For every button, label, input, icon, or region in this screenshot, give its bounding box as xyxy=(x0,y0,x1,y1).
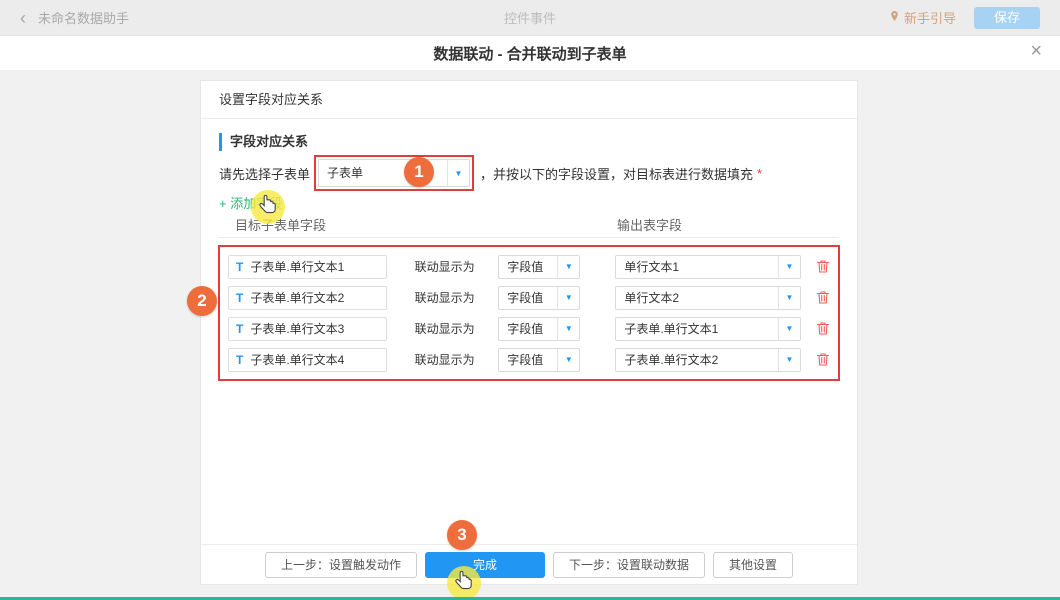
link-display-label: 联动显示为 xyxy=(415,258,476,275)
next-step-button[interactable]: 下一步：设置联动数据 xyxy=(553,552,705,578)
dialog-content: 设置字段对应关系 字段对应关系 请先选择子表单 子表单 ▼ 1 ，并按以下的字段… xyxy=(0,70,1060,600)
target-field-value: 子表单.单行文本2 xyxy=(250,289,344,306)
target-field-input[interactable]: T 子表单.单行文本2 xyxy=(228,286,387,310)
dialog-title-bar: 数据联动 - 合并联动到子表单 × xyxy=(0,36,1060,70)
table-row: T 子表单.单行文本3 联动显示为 字段值 ▼ 子表单.单行文本1 ▼ xyxy=(228,313,830,344)
rows-container: T 子表单.单行文本1 联动显示为 字段值 ▼ 单行文本1 ▼ T 子表单.单行… xyxy=(219,246,839,380)
top-bar: ‹ 未命名数据助手 控件事件 新手引导 保存 xyxy=(0,0,1060,36)
link-display-label: 联动显示为 xyxy=(415,351,476,368)
subform-select-label: 请先选择子表单 xyxy=(219,164,310,183)
annotation-step-3: 3 xyxy=(447,520,477,550)
dialog-title: 数据联动 - 合并联动到子表单 xyxy=(433,43,626,64)
table-header: 目标子表单字段 输出表字段 xyxy=(219,214,839,238)
location-pin-icon xyxy=(889,10,900,25)
caret-down-icon: ▼ xyxy=(557,256,579,278)
other-settings-button[interactable]: 其他设置 xyxy=(713,552,793,578)
link-display-label: 联动显示为 xyxy=(415,289,476,306)
delete-row-icon[interactable] xyxy=(816,321,830,336)
text-field-icon: T xyxy=(236,291,243,305)
target-field-value: 子表单.单行文本1 xyxy=(250,258,344,275)
settings-panel: 设置字段对应关系 字段对应关系 请先选择子表单 子表单 ▼ 1 ，并按以下的字段… xyxy=(200,80,858,585)
delete-row-icon[interactable] xyxy=(816,259,830,274)
mode-select-value: 字段值 xyxy=(499,287,557,309)
column-output-label: 输出表字段 xyxy=(617,215,682,234)
caret-down-icon: ▼ xyxy=(778,287,800,309)
caret-down-icon: ▼ xyxy=(557,349,579,371)
caret-down-icon: ▼ xyxy=(557,287,579,309)
suffix-text: ，并按以下的字段设置，对目标表进行数据填充 xyxy=(480,164,753,183)
delete-row-icon[interactable] xyxy=(816,352,830,367)
guide-link[interactable]: 新手引导 xyxy=(889,8,956,27)
caret-down-icon: ▼ xyxy=(557,318,579,340)
footer-buttons: 上一步：设置触发动作 完成 下一步：设置联动数据 其他设置 xyxy=(201,544,857,584)
column-target-label: 目标子表单字段 xyxy=(235,215,326,234)
app-title: 未命名数据助手 xyxy=(38,8,129,27)
target-field-value: 子表单.单行文本3 xyxy=(250,320,344,337)
save-button[interactable]: 保存 xyxy=(974,7,1040,29)
target-field-input[interactable]: T 子表单.单行文本1 xyxy=(228,255,387,279)
guide-label: 新手引导 xyxy=(904,8,956,27)
section-title: 字段对应关系 xyxy=(219,133,839,151)
add-field-link[interactable]: + 添加字段 xyxy=(219,193,282,212)
close-icon[interactable]: × xyxy=(1030,41,1042,61)
table-row: T 子表单.单行文本1 联动显示为 字段值 ▼ 单行文本1 ▼ xyxy=(228,251,830,282)
text-field-icon: T xyxy=(236,260,243,274)
done-button[interactable]: 完成 xyxy=(425,552,545,578)
panel-header: 设置字段对应关系 xyxy=(201,81,857,119)
mode-select-value: 字段值 xyxy=(499,318,557,340)
annotation-step-1: 1 xyxy=(404,157,434,187)
table-row: T 子表单.单行文本4 联动显示为 字段值 ▼ 子表单.单行文本2 ▼ xyxy=(228,344,830,375)
back-icon[interactable]: ‹ xyxy=(20,9,26,27)
output-field-select[interactable]: 单行文本2 ▼ xyxy=(615,286,801,310)
output-select-value: 单行文本1 xyxy=(616,256,778,278)
mode-select-value: 字段值 xyxy=(499,256,557,278)
annotation-step-2: 2 xyxy=(187,286,217,316)
subform-select[interactable]: 子表单 ▼ xyxy=(318,159,470,187)
mode-select[interactable]: 字段值 ▼ xyxy=(498,286,580,310)
output-field-select[interactable]: 子表单.单行文本2 ▼ xyxy=(615,348,801,372)
table-row: T 子表单.单行文本2 联动显示为 字段值 ▼ 单行文本2 ▼ xyxy=(228,282,830,313)
output-select-value: 单行文本2 xyxy=(616,287,778,309)
mode-select[interactable]: 字段值 ▼ xyxy=(498,255,580,279)
target-field-value: 子表单.单行文本4 xyxy=(250,351,344,368)
caret-down-icon: ▼ xyxy=(778,349,800,371)
caret-down-icon: ▼ xyxy=(778,256,800,278)
text-field-icon: T xyxy=(236,322,243,336)
caret-down-icon: ▼ xyxy=(447,160,469,186)
text-field-icon: T xyxy=(236,353,243,367)
output-select-value: 子表单.单行文本1 xyxy=(616,318,778,340)
link-display-label: 联动显示为 xyxy=(415,320,476,337)
mode-select-value: 字段值 xyxy=(499,349,557,371)
target-field-input[interactable]: T 子表单.单行文本3 xyxy=(228,317,387,341)
output-field-select[interactable]: 单行文本1 ▼ xyxy=(615,255,801,279)
output-field-select[interactable]: 子表单.单行文本1 ▼ xyxy=(615,317,801,341)
output-select-value: 子表单.单行文本2 xyxy=(616,349,778,371)
center-title: 控件事件 xyxy=(504,8,556,27)
target-field-input[interactable]: T 子表单.单行文本4 xyxy=(228,348,387,372)
page: ‹ 未命名数据助手 控件事件 新手引导 保存 数据联动 - 合并联动到子表单 ×… xyxy=(0,0,1060,600)
mode-select[interactable]: 字段值 ▼ xyxy=(498,348,580,372)
prev-step-button[interactable]: 上一步：设置触发动作 xyxy=(265,552,417,578)
mode-select[interactable]: 字段值 ▼ xyxy=(498,317,580,341)
delete-row-icon[interactable] xyxy=(816,290,830,305)
caret-down-icon: ▼ xyxy=(778,318,800,340)
required-mark: * xyxy=(757,166,762,181)
